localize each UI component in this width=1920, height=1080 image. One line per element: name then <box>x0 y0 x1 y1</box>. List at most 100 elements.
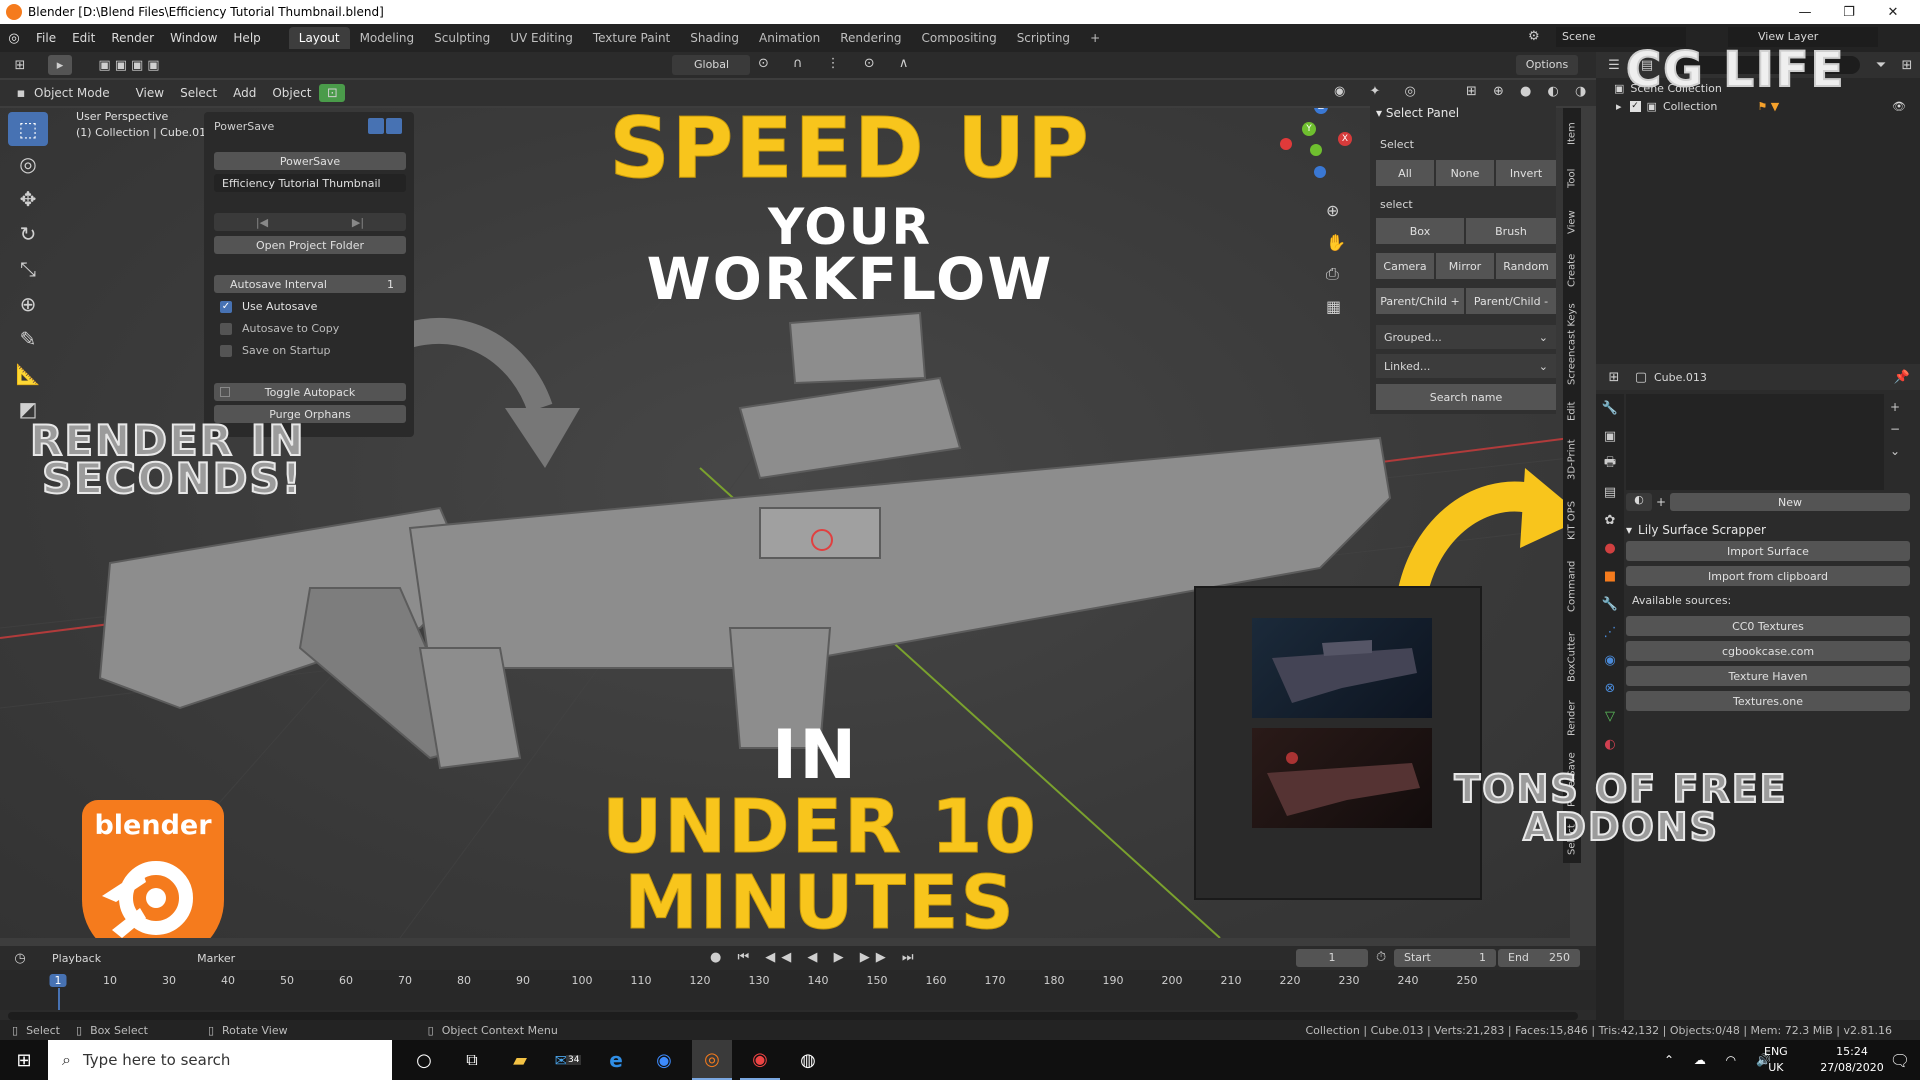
powersave-folder-icon[interactable] <box>368 118 384 134</box>
tab-3d-print[interactable]: 3D-Print <box>1563 432 1581 488</box>
new-material-plus-icon[interactable]: + <box>1652 495 1670 509</box>
toggle-autopack-button[interactable]: Toggle Autopack <box>214 383 406 401</box>
select-brush-button[interactable]: Brush <box>1466 218 1556 244</box>
view-layer-tab-icon[interactable]: ▤ <box>1596 478 1624 506</box>
gizmo-z[interactable]: Z <box>1314 108 1328 114</box>
import-surface-button[interactable]: Import Surface <box>1626 541 1910 561</box>
open-project-folder-button[interactable]: Open Project Folder <box>214 236 406 254</box>
selection-mode-icons[interactable]: ▣▣▣▣ <box>86 58 176 73</box>
output-tab-icon[interactable]: 🖶 <box>1596 450 1624 478</box>
filter-icon[interactable]: ⏷ <box>1868 58 1894 73</box>
source-textures-one[interactable]: Textures.one <box>1626 691 1910 711</box>
gizmo-neg-y[interactable] <box>1310 144 1322 156</box>
orientation-dropdown[interactable]: Global <box>672 55 750 75</box>
select-all-button[interactable]: All <box>1376 160 1434 186</box>
visibility-gizmo-icons[interactable]: ◉ ✦ ◎ <box>1334 84 1426 99</box>
tab-boxcutter[interactable]: BoxCutter <box>1563 624 1581 690</box>
editor-type-icon[interactable]: ⊞ <box>0 58 40 73</box>
select-box-button[interactable]: Box <box>1376 218 1464 244</box>
gizmo-y[interactable]: Y <box>1302 122 1316 136</box>
frame-ruler[interactable]: 1 10 30 40 50 60 70 80 90 100 110 120 130 140 150 160 17… <box>0 970 1596 1010</box>
blender-taskbar-icon[interactable]: ◎ <box>692 1040 732 1080</box>
tab-tool[interactable]: Tool <box>1563 158 1581 198</box>
blender-menu-icon[interactable]: ◎ <box>0 31 28 46</box>
annotate-tool[interactable]: ✎ <box>8 322 48 356</box>
tab-scripting[interactable]: Scripting <box>1007 27 1080 49</box>
menu-file[interactable]: File <box>28 31 64 45</box>
tab-screencast-keys[interactable]: Screencast Keys <box>1563 298 1581 390</box>
linked-dropdown[interactable]: Linked... ⌄ <box>1376 354 1556 378</box>
menu-help[interactable]: Help <box>225 31 268 45</box>
grouped-dropdown[interactable]: Grouped... ⌄ <box>1376 325 1556 349</box>
save-startup-checkbox[interactable]: Save on Startup <box>220 344 331 357</box>
task-view-icon[interactable]: ⧉ <box>452 1040 492 1080</box>
playback-menu[interactable]: Playback <box>52 952 101 965</box>
timeline-editor-icon[interactable]: ◷ <box>0 951 40 966</box>
tab-modeling[interactable]: Modeling <box>350 27 425 49</box>
properties-editor-icon[interactable]: ⊞ <box>1596 370 1632 385</box>
view-menu[interactable]: View <box>128 86 172 100</box>
physics-tab-icon[interactable]: ◉ <box>1596 646 1624 674</box>
tab-item[interactable]: Item <box>1563 114 1581 154</box>
menu-render[interactable]: Render <box>103 31 162 45</box>
select-mirror-button[interactable]: Mirror <box>1436 253 1494 279</box>
material-browse-icon[interactable]: ◐ <box>1626 493 1652 511</box>
addon-icon[interactable]: ⊡ <box>319 84 346 102</box>
tab-sculpting[interactable]: Sculpting <box>424 27 500 49</box>
source-cgbookcase[interactable]: cgbookcase.com <box>1626 641 1910 661</box>
source-cc0-textures[interactable]: CC0 Textures <box>1626 616 1910 636</box>
mode-dropdown[interactable]: Object Mode <box>32 86 128 100</box>
language-indicator[interactable]: ENG UK <box>1764 1044 1788 1076</box>
select-box-tool[interactable]: ⬚ <box>8 112 48 146</box>
menu-window[interactable]: Window <box>162 31 225 45</box>
current-frame-field[interactable]: 1 <box>1296 949 1368 967</box>
notifications-icon[interactable]: 🗨 <box>1880 1040 1920 1080</box>
select-none-button[interactable]: None <box>1436 160 1494 186</box>
pin-icon[interactable]: 📌 <box>1894 370 1910 385</box>
object-menu[interactable]: Object <box>264 86 319 100</box>
lily-surface-scrapper-header[interactable]: ▾ Lily Surface Scrapper <box>1626 520 1910 540</box>
cursor-tool[interactable]: ◎ <box>8 147 48 181</box>
mail-icon[interactable]: ✉ 34 <box>548 1040 588 1080</box>
close-button[interactable]: ✕ <box>1870 0 1916 24</box>
material-slots-list[interactable] <box>1626 394 1884 490</box>
tab-edit[interactable]: Edit <box>1563 394 1581 428</box>
scene-tab-icon[interactable]: ✿ <box>1596 506 1624 534</box>
menu-edit[interactable]: Edit <box>64 31 103 45</box>
taskbar-search[interactable]: ⌕ Type here to search <box>48 1040 392 1080</box>
autosave-copy-checkbox[interactable]: Autosave to Copy <box>220 322 339 335</box>
add-workspace-button[interactable]: + <box>1080 27 1110 49</box>
messenger-icon[interactable]: ◉ <box>644 1040 684 1080</box>
checkbox-checked-icon[interactable]: ✓ <box>220 300 232 313</box>
select-invert-button[interactable]: Invert <box>1496 160 1556 186</box>
zoom-icon[interactable]: ⊕ <box>1326 194 1339 226</box>
source-texture-haven[interactable]: Texture Haven <box>1626 666 1910 686</box>
pan-hand-icon[interactable]: ✋ <box>1326 226 1346 258</box>
tab-animation[interactable]: Animation <box>749 27 830 49</box>
chrome-icon[interactable]: ◉ <box>740 1040 780 1080</box>
object-data-tab-icon[interactable]: ▽ <box>1596 702 1624 730</box>
tab-uv-editing[interactable]: UV Editing <box>500 27 583 49</box>
world-tab-icon[interactable]: ● <box>1596 534 1624 562</box>
remove-slot-icon[interactable]: − <box>1890 418 1900 440</box>
options-dropdown[interactable]: Options <box>1516 55 1578 75</box>
powersave-button[interactable]: PowerSave <box>214 152 406 170</box>
gizmo-neg-x[interactable] <box>1280 138 1292 150</box>
modifier-tab-icon[interactable]: 🔧 <box>1596 590 1624 618</box>
marker-menu[interactable]: Marker <box>197 952 235 965</box>
file-explorer-icon[interactable]: ▰ <box>500 1040 540 1080</box>
checkbox-icon[interactable] <box>220 344 232 357</box>
tool-tab-icon[interactable]: 🔧 <box>1596 394 1624 422</box>
playhead-line[interactable] <box>58 988 60 1010</box>
navigation-gizmo[interactable]: Z Y X <box>1280 108 1360 180</box>
visibility-eye-icon[interactable]: 👁 <box>1892 100 1906 113</box>
new-collection-icon[interactable]: ⊞ <box>1894 58 1920 73</box>
system-tray-icons[interactable]: ⌃ ☁ ◠ 🔊 <box>1664 1053 1779 1067</box>
collapse-arrow-icon[interactable]: ▾ <box>1376 106 1382 120</box>
select-tool-icon[interactable]: ▸ <box>48 55 72 75</box>
tab-view[interactable]: View <box>1563 202 1581 242</box>
tab-kit-ops[interactable]: KIT OPS <box>1563 492 1581 548</box>
add-slot-icon[interactable]: + <box>1890 396 1900 418</box>
minimize-button[interactable]: — <box>1782 0 1828 24</box>
render-tab-icon[interactable]: ▣ <box>1596 422 1624 450</box>
